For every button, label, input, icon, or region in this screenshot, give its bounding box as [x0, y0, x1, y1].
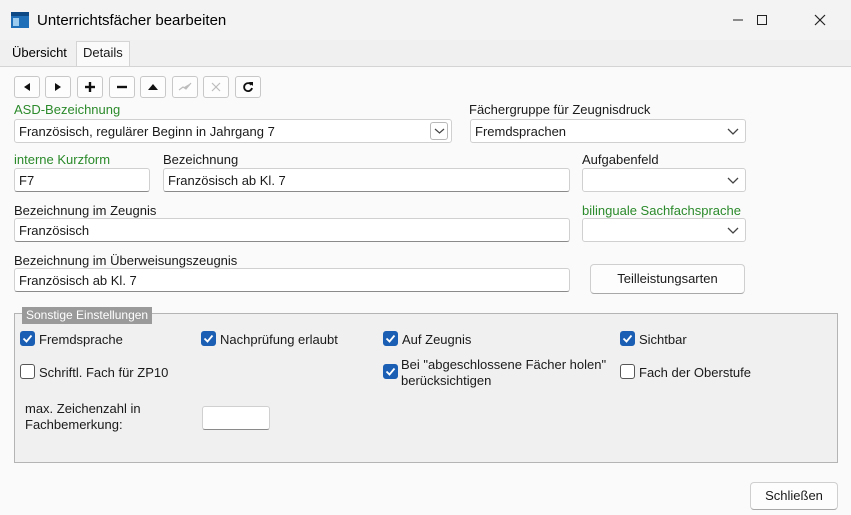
faechergruppe-label: Fächergruppe für Zeugnisdruck [469, 102, 651, 117]
checkmark-icon [385, 367, 396, 376]
bilingual-label: bilinguale Sachfachsprache [582, 203, 741, 218]
maxzeichen-label-line1: max. Zeichenzahl in [25, 401, 141, 416]
checkmark-icon [203, 334, 214, 343]
close-window-button[interactable] [797, 0, 843, 40]
kurzform-label: interne Kurzform [14, 152, 111, 167]
schriftl-label: Schriftl. Fach für ZP10 [39, 365, 169, 380]
check-icon [178, 82, 192, 91]
sichtbar-label: Sichtbar [639, 332, 687, 347]
chevron-down-icon [727, 227, 739, 234]
cancel-button[interactable] [203, 76, 229, 98]
settings-group-title: Sonstige Einstellungen [22, 307, 153, 324]
checkmark-icon [385, 334, 396, 343]
close-button[interactable]: Schließen [750, 482, 838, 510]
sichtbar-checkbox[interactable] [620, 331, 635, 346]
next-button[interactable] [45, 76, 71, 98]
oberstufe-checkbox[interactable] [620, 364, 635, 379]
aufgabenfeld-select[interactable] [582, 168, 746, 192]
tab-details[interactable]: Details [76, 41, 130, 67]
bezeichnung-input[interactable]: Französisch ab Kl. 7 [163, 168, 570, 192]
move-up-button[interactable] [140, 76, 166, 98]
checkmark-icon [622, 334, 633, 343]
previous-button[interactable] [14, 76, 40, 98]
faechergruppe-select[interactable]: Fremdsprachen [470, 119, 746, 143]
maxzeichen-input[interactable] [202, 406, 270, 430]
fremdsprache-label: Fremdsprache [39, 332, 123, 347]
arrow-up-icon [148, 84, 158, 90]
abgeschlossen-checkbox[interactable] [383, 364, 398, 379]
fremdsprache-checkbox[interactable] [20, 331, 35, 346]
window-title: Unterrichtsfächer bearbeiten [37, 12, 227, 29]
maxzeichen-label-line2: Fachbemerkung: [25, 417, 123, 432]
ueberweisung-label: Bezeichnung im Überweisungszeugnis [14, 253, 238, 268]
tab-uebersicht[interactable]: Übersicht [6, 42, 73, 64]
checkmark-icon [22, 334, 33, 343]
asd-dropdown-button[interactable] [430, 122, 448, 140]
chevron-down-icon [727, 177, 739, 184]
abgeschlossen-label-line1: Bei "abgeschlossene Fächer holen" [401, 357, 607, 372]
oberstufe-label: Fach der Oberstufe [639, 365, 751, 380]
faechergruppe-value: Fremdsprachen [475, 124, 567, 139]
maximize-icon [757, 15, 767, 25]
refresh-button[interactable] [235, 76, 261, 98]
title-bar: Unterrichtsfächer bearbeiten [0, 0, 851, 40]
nachpruefung-label: Nachprüfung erlaubt [220, 332, 338, 347]
cancel-icon [211, 82, 221, 92]
ueberweisung-input[interactable]: Französisch ab Kl. 7 [14, 268, 570, 292]
teilleistungsarten-button[interactable]: Teilleistungsarten [590, 264, 745, 294]
aufzeugnis-label: Auf Zeugnis [402, 332, 472, 347]
abgeschlossen-label-line2: berücksichtigen [401, 373, 492, 388]
zeugnis-input[interactable]: Französisch [14, 218, 570, 242]
add-button[interactable] [77, 76, 103, 98]
asd-label: ASD-Bezeichnung [14, 102, 121, 117]
app-window-icon [11, 12, 29, 28]
aufgabenfeld-label: Aufgabenfeld [582, 152, 659, 167]
bilingual-select[interactable] [582, 218, 746, 242]
save-button[interactable] [172, 76, 198, 98]
schriftl-checkbox[interactable] [20, 364, 35, 379]
zeugnis-label: Bezeichnung im Zeugnis [14, 203, 157, 218]
minus-icon [117, 85, 127, 89]
kurzform-input[interactable]: F7 [14, 168, 150, 192]
maximize-button[interactable] [739, 0, 785, 40]
asd-value: Französisch, regulärer Beginn in Jahrgan… [19, 124, 275, 139]
delete-button[interactable] [109, 76, 135, 98]
nachpruefung-checkbox[interactable] [201, 331, 216, 346]
tab-bar: Übersicht Details [0, 40, 851, 67]
chevron-down-icon [727, 128, 739, 135]
bezeichnung-label: Bezeichnung [163, 152, 239, 167]
asd-combobox[interactable]: Französisch, regulärer Beginn in Jahrgan… [14, 119, 452, 143]
chevron-down-icon [434, 128, 445, 134]
close-icon [814, 14, 826, 26]
plus-icon [85, 82, 95, 92]
arrow-right-icon [55, 83, 61, 91]
arrow-left-icon [24, 83, 30, 91]
aufzeugnis-checkbox[interactable] [383, 331, 398, 346]
refresh-icon [243, 82, 253, 92]
